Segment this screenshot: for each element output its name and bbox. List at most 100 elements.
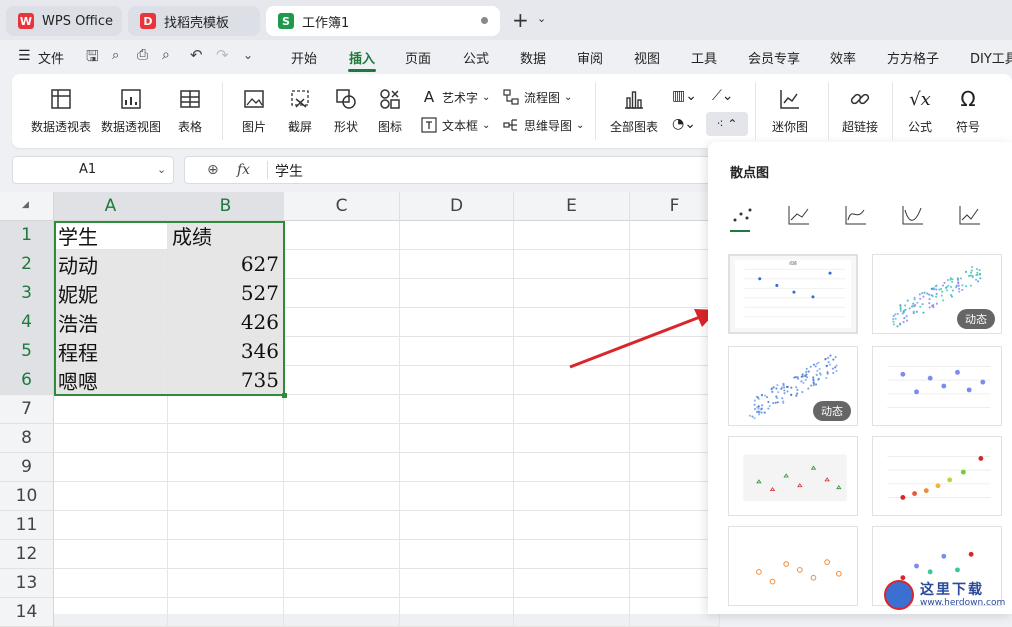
template-triangle-scatter[interactable]: [728, 436, 858, 516]
empty-cell[interactable]: [400, 308, 514, 337]
row-header-6[interactable]: 6: [0, 366, 54, 395]
empty-cell[interactable]: [630, 221, 720, 250]
scatter-straight-lines-markers-icon[interactable]: [787, 204, 811, 226]
empty-cell[interactable]: [54, 598, 168, 627]
empty-cell[interactable]: [400, 250, 514, 279]
column-header-a[interactable]: A: [54, 192, 168, 221]
row-header-10[interactable]: 10: [0, 482, 54, 511]
cell-a3[interactable]: 妮妮: [54, 279, 168, 308]
empty-cell[interactable]: [400, 395, 514, 424]
empty-cell[interactable]: [514, 453, 630, 482]
row-header-9[interactable]: 9: [0, 453, 54, 482]
empty-cell[interactable]: [400, 453, 514, 482]
empty-cell[interactable]: [400, 598, 514, 627]
cell-a1[interactable]: 学生: [54, 221, 168, 250]
empty-cell[interactable]: [514, 598, 630, 627]
redo-icon[interactable]: ↷: [216, 46, 229, 64]
empty-cell[interactable]: [514, 424, 630, 453]
formula-button[interactable]: √x 公式: [898, 86, 942, 135]
cell-a2[interactable]: 动动: [54, 250, 168, 279]
template-dynamic-scatter-1[interactable]: 动态: [872, 254, 1002, 334]
column-chart-icon[interactable]: ▥⌄: [672, 88, 697, 104]
empty-cell[interactable]: [514, 395, 630, 424]
tab-wps-office[interactable]: W WPS Office: [6, 6, 122, 36]
menu-efficiency[interactable]: 效率: [830, 48, 856, 67]
sparkline-button[interactable]: 迷你图: [764, 86, 816, 135]
empty-cell[interactable]: [400, 366, 514, 395]
print-preview-icon[interactable]: ⌕: [162, 47, 170, 63]
column-header-c[interactable]: C: [284, 192, 400, 221]
row-header-14[interactable]: 14: [0, 598, 54, 627]
empty-cell[interactable]: [54, 569, 168, 598]
hamburger-icon[interactable]: ☰: [18, 48, 31, 64]
symbol-button[interactable]: Ω 符号: [946, 86, 990, 135]
undo-icon[interactable]: ↶: [190, 46, 203, 64]
menu-diy[interactable]: DIY工具: [970, 48, 1012, 67]
cell-b3[interactable]: 527: [168, 279, 284, 308]
empty-cell[interactable]: [168, 511, 284, 540]
cell-a6[interactable]: 嗯嗯: [54, 366, 168, 395]
menu-view[interactable]: 视图: [634, 48, 660, 67]
empty-cell[interactable]: [630, 482, 720, 511]
name-box[interactable]: A1 ⌄: [12, 156, 174, 184]
column-header-e[interactable]: E: [514, 192, 630, 221]
save-icon[interactable]: 🖫: [86, 46, 99, 71]
empty-cell[interactable]: [284, 221, 400, 250]
empty-cell[interactable]: [54, 395, 168, 424]
empty-cell[interactable]: [168, 395, 284, 424]
cloud-icon[interactable]: ⌕: [112, 48, 119, 63]
empty-cell[interactable]: [168, 540, 284, 569]
empty-cell[interactable]: [284, 511, 400, 540]
scatter-chart-button[interactable]: ⁖ ⌃: [706, 112, 748, 136]
empty-cell[interactable]: [514, 250, 630, 279]
scatter-smooth-lines-icon[interactable]: [901, 204, 925, 226]
empty-cell[interactable]: [168, 482, 284, 511]
empty-cell[interactable]: [284, 424, 400, 453]
empty-cell[interactable]: [284, 540, 400, 569]
formula-bar[interactable]: ⊕ fx 学生: [184, 156, 744, 184]
select-all-corner[interactable]: ◢: [0, 192, 54, 221]
wordart-button[interactable]: A 艺术字 ⌄: [420, 88, 491, 106]
empty-cell[interactable]: [284, 598, 400, 627]
empty-cell[interactable]: [400, 569, 514, 598]
fx-icon[interactable]: fx: [237, 162, 250, 178]
menu-start[interactable]: 开始: [291, 48, 317, 67]
table-button[interactable]: 表格: [170, 86, 210, 135]
empty-cell[interactable]: [400, 221, 514, 250]
print-icon[interactable]: ⎙: [137, 47, 148, 63]
empty-cell[interactable]: [630, 569, 720, 598]
scatter-smooth-lines-markers-icon[interactable]: [844, 204, 868, 226]
empty-cell[interactable]: [54, 482, 168, 511]
empty-cell[interactable]: [284, 366, 400, 395]
empty-cell[interactable]: [54, 453, 168, 482]
zoom-icon[interactable]: ⊕: [207, 162, 219, 178]
column-header-b[interactable]: B: [168, 192, 284, 221]
cell-a5[interactable]: 程程: [54, 337, 168, 366]
row-header-7[interactable]: 7: [0, 395, 54, 424]
empty-cell[interactable]: [54, 511, 168, 540]
menu-data[interactable]: 数据: [520, 48, 546, 67]
menu-tools[interactable]: 工具: [691, 48, 717, 67]
row-header-1[interactable]: 1: [0, 221, 54, 250]
empty-cell[interactable]: [514, 540, 630, 569]
empty-cell[interactable]: [284, 308, 400, 337]
column-header-f[interactable]: F: [630, 192, 720, 221]
fill-handle[interactable]: [282, 393, 287, 398]
empty-cell[interactable]: [168, 569, 284, 598]
scatter-markers-icon[interactable]: [730, 204, 754, 226]
cell-b2[interactable]: 627: [168, 250, 284, 279]
empty-cell[interactable]: [400, 424, 514, 453]
empty-cell[interactable]: [514, 482, 630, 511]
empty-cell[interactable]: [630, 540, 720, 569]
empty-cell[interactable]: [400, 511, 514, 540]
menu-page[interactable]: 页面: [405, 48, 431, 67]
menu-fangfang[interactable]: 方方格子: [887, 48, 939, 67]
empty-cell[interactable]: [284, 279, 400, 308]
all-charts-button[interactable]: 全部图表: [606, 86, 662, 135]
empty-cell[interactable]: [284, 453, 400, 482]
empty-cell[interactable]: [168, 598, 284, 627]
menu-member[interactable]: 会员专享: [748, 48, 800, 67]
empty-cell[interactable]: [514, 569, 630, 598]
empty-cell[interactable]: [168, 424, 284, 453]
empty-cell[interactable]: [284, 250, 400, 279]
